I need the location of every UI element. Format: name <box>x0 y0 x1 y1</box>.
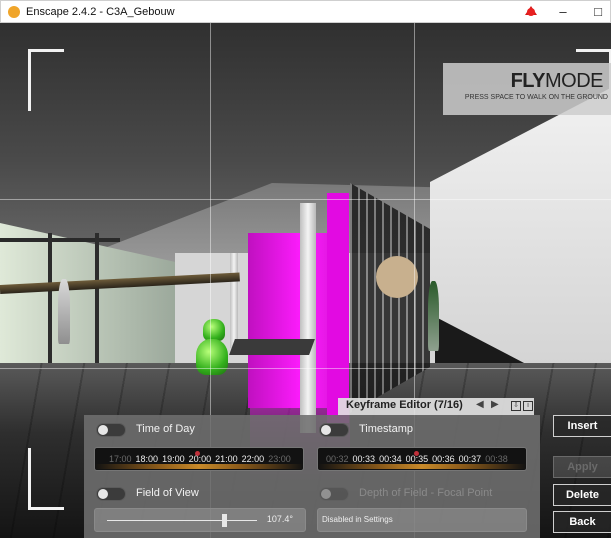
time-of-day-toggle[interactable] <box>96 423 126 437</box>
previous-keyframe-icon[interactable]: ◀ <box>476 399 484 410</box>
window-title: Enscape 2.4.2 - C3A_Gebouw <box>26 6 175 18</box>
apply-button[interactable]: Apply <box>553 456 611 478</box>
grid-line <box>0 368 611 369</box>
minimize-button[interactable]: – <box>546 1 580 23</box>
column <box>230 253 238 348</box>
tick-label: 00:36 <box>432 454 455 464</box>
next-keyframe-icon[interactable]: ▶ <box>491 399 499 410</box>
depth-of-field-label: Depth of Field - Focal Point <box>359 487 493 499</box>
insert-button[interactable]: Insert <box>553 415 611 437</box>
tick-label: 21:00 <box>215 454 238 464</box>
back-button[interactable]: Back <box>553 511 611 533</box>
depth-of-field-note: Disabled in Settings <box>322 515 393 524</box>
depth-of-field-toggle <box>319 487 349 501</box>
info-icon[interactable]: i <box>523 401 533 411</box>
table <box>229 339 315 355</box>
window-mullion <box>48 233 52 383</box>
flymode-title: FLYMODE <box>443 70 604 93</box>
enscape-status-icon[interactable] <box>522 3 540 19</box>
tick-label: 22:00 <box>241 454 265 464</box>
tick-label: 00:33 <box>352 454 376 464</box>
timestamp-label: Timestamp <box>359 423 413 435</box>
title-bar: Enscape 2.4.2 - C3A_Gebouw – □ ✕ <box>0 0 611 23</box>
tick-label: 18:00 <box>135 454 159 464</box>
export-keyframe-icon[interactable]: ⇩ <box>511 401 521 411</box>
enscape-logo-icon <box>8 6 20 18</box>
tick-label: 00:34 <box>379 454 402 464</box>
person-figure <box>428 281 439 351</box>
field-of-view-slider[interactable]: 107.4° <box>94 508 306 532</box>
timestamp-ticks: 00:32 00:33 00:34 00:35 00:36 00:37 00:38 <box>326 448 526 470</box>
close-button[interactable]: ✕ <box>606 1 611 23</box>
frame-corner-bottom-left <box>28 448 64 510</box>
time-marker <box>195 451 200 456</box>
flymode-title-bold: FLY <box>510 70 546 92</box>
timestamp-timeline[interactable]: 00:32 00:33 00:34 00:35 00:36 00:37 00:38 <box>317 447 527 471</box>
flymode-title-light: MODE <box>545 70 604 92</box>
tick-label: 20:00 <box>188 454 212 464</box>
tick-label: 00:38 <box>485 454 508 464</box>
slider-track <box>107 520 257 521</box>
tick-label: 19:00 <box>162 454 185 464</box>
window-mullion <box>95 233 99 383</box>
flymode-badge: FLYMODE PRESS SPACE TO WALK ON THE GROUN… <box>443 63 611 115</box>
field-of-view-toggle[interactable] <box>96 487 126 501</box>
tick-label: 00:37 <box>458 454 482 464</box>
tick-label: 23:00 <box>268 454 291 464</box>
tick-label: 00:32 <box>326 454 349 464</box>
keyframe-editor-title: Keyframe Editor (7/16) <box>346 399 463 411</box>
time-marker <box>414 451 419 456</box>
person-figure <box>58 279 70 344</box>
depth-of-field-field: Disabled in Settings <box>317 508 527 532</box>
sphere-object <box>376 256 418 298</box>
field-of-view-label: Field of View <box>136 487 199 499</box>
grid-line <box>0 199 611 200</box>
field-of-view-value: 107.4° <box>266 514 293 524</box>
magenta-panel <box>327 193 349 423</box>
flymode-subtitle: PRESS SPACE TO WALK ON THE GROUND <box>464 94 608 101</box>
time-of-day-ticks: 17:00 18:00 19:00 20:00 21:00 22:00 23:00 <box>109 448 303 470</box>
keyframe-settings-panel: Time of Day 17:00 18:00 19:00 20:00 21:00 22:… <box>84 415 540 538</box>
timestamp-toggle[interactable] <box>319 423 349 437</box>
green-chair <box>196 339 228 375</box>
time-of-day-label: Time of Day <box>136 423 195 435</box>
frame-corner-top-left <box>28 49 64 111</box>
column <box>300 203 316 433</box>
keyframe-editor-header: Keyframe Editor (7/16) ◀ ▶ ⇩ i <box>338 398 534 415</box>
tick-label: 17:00 <box>109 454 132 464</box>
delete-button[interactable]: Delete <box>553 484 611 506</box>
time-of-day-timeline[interactable]: 17:00 18:00 19:00 20:00 21:00 22:00 23:00 <box>94 447 304 471</box>
green-chair <box>203 319 225 341</box>
slider-thumb[interactable] <box>222 514 227 527</box>
